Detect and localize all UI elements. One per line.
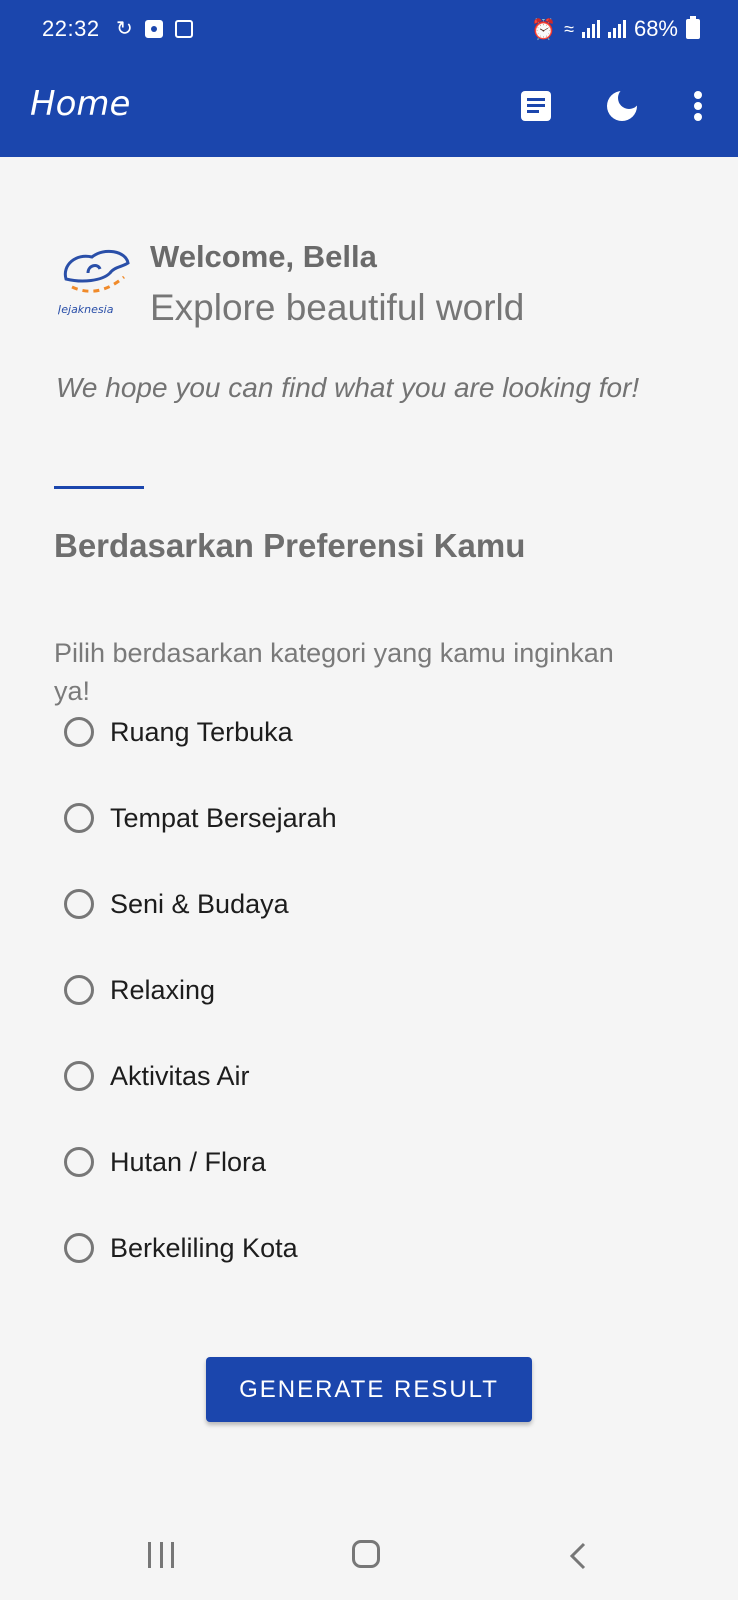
category-option[interactable]: Seni & Budaya: [64, 884, 484, 924]
radio-button[interactable]: [64, 803, 94, 833]
system-nav-bar: [0, 1510, 738, 1600]
back-button[interactable]: [566, 1542, 590, 1570]
category-label: Berkeliling Kota: [110, 1232, 298, 1263]
radio-button[interactable]: [64, 889, 94, 919]
category-option[interactable]: Tempat Bersejarah: [64, 798, 484, 838]
signal-icon-2: [607, 20, 626, 38]
status-time: 22:32: [42, 16, 100, 41]
app-logo: Jejaknesia: [56, 237, 132, 317]
recents-button[interactable]: [148, 1542, 174, 1568]
battery-percent: 68%: [633, 16, 678, 41]
section-title: Berdasarkan Preferensi Kamu: [54, 527, 526, 564]
category-label: Relaxing: [110, 974, 216, 1005]
radio-button[interactable]: [64, 1233, 94, 1263]
divider: [54, 486, 144, 489]
more-vert-icon[interactable]: [680, 88, 716, 124]
generate-result-button[interactable]: GENERATE RESULT: [206, 1357, 532, 1422]
category-option[interactable]: Ruang Terbuka: [64, 712, 484, 752]
battery-icon: [686, 16, 700, 39]
category-option[interactable]: Relaxing: [64, 970, 484, 1010]
category-option[interactable]: Berkeliling Kota: [64, 1228, 484, 1268]
alarm-icon: ⏰: [531, 18, 557, 41]
home-button[interactable]: [352, 1540, 380, 1568]
hope-text: We hope you can find what you are lookin…: [56, 372, 640, 403]
gallery-icon: [174, 19, 193, 38]
category-label: Tempat Bersejarah: [110, 802, 337, 833]
category-option[interactable]: Hutan / Flora: [64, 1142, 484, 1182]
welcome-text: Welcome, Bella: [150, 239, 377, 274]
category-option[interactable]: Aktivitas Air: [64, 1056, 484, 1096]
signal-icon: [581, 20, 600, 38]
category-label: Ruang Terbuka: [110, 716, 293, 747]
radio-button[interactable]: [64, 1061, 94, 1091]
app-bar: 22:32 ↻ ⏰ ≈ 68% Home: [0, 0, 738, 157]
sync-icon: ↻: [116, 18, 133, 40]
notification-icons: ↻: [116, 16, 193, 41]
system-icons: ⏰ ≈ 68%: [531, 16, 700, 42]
logo-text: Jejaknesia: [58, 303, 114, 316]
category-label: Aktivitas Air: [110, 1060, 250, 1091]
status-bar: 22:32 ↻ ⏰ ≈ 68%: [0, 0, 738, 58]
instruction-text: Pilih berdasarkan kategori yang kamu ing…: [54, 638, 614, 706]
moon-icon[interactable]: [604, 88, 640, 124]
document-icon[interactable]: [518, 88, 554, 124]
page-title: Home: [30, 84, 131, 124]
category-label: Seni & Budaya: [110, 888, 289, 919]
screenshot-icon: [144, 19, 163, 38]
radio-button[interactable]: [64, 975, 94, 1005]
radio-button[interactable]: [64, 1147, 94, 1177]
category-label: Hutan / Flora: [110, 1146, 267, 1177]
subtitle-text: Explore beautiful world: [150, 287, 525, 328]
radio-button[interactable]: [64, 717, 94, 747]
wifi-icon: ≈: [564, 18, 574, 39]
